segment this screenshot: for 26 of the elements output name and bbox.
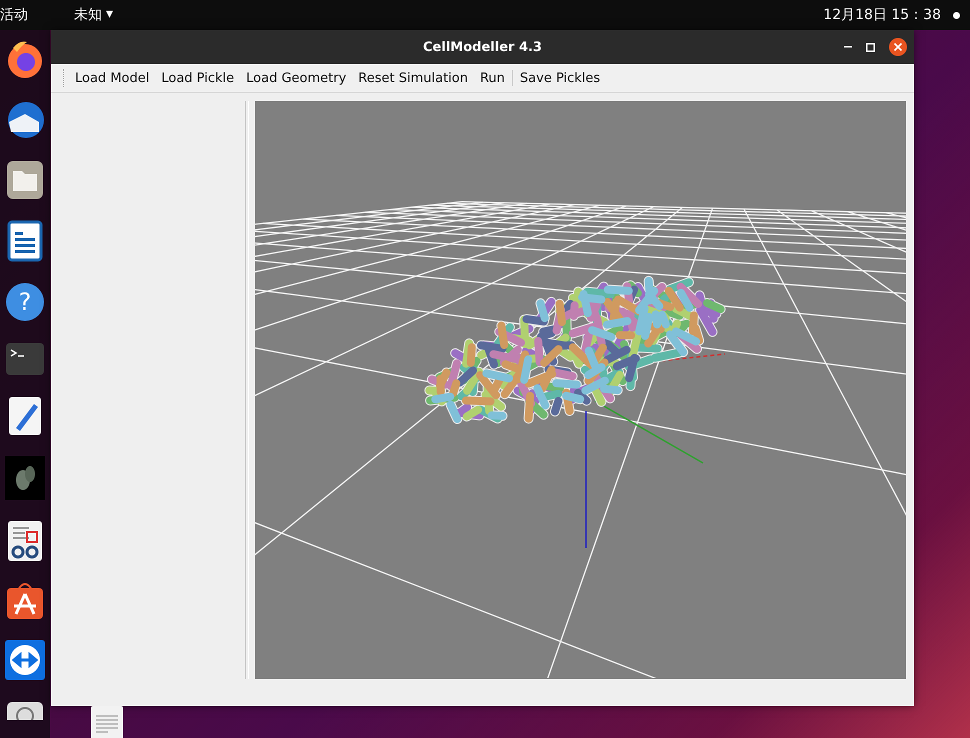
terminal-icon[interactable] — [5, 342, 45, 376]
system-menu-icon[interactable] — [953, 12, 960, 18]
toolbar-button[interactable]: Load Model — [69, 68, 156, 88]
app-menu[interactable]: 未知 — [74, 6, 102, 24]
magnifier-icon[interactable] — [6, 700, 44, 720]
dark-app-icon[interactable] — [5, 456, 45, 500]
toolbar-button[interactable]: Reset Simulation — [352, 68, 474, 88]
toolbar-button[interactable]: Load Pickle — [155, 68, 240, 88]
document-icon[interactable] — [91, 706, 123, 738]
maximize-icon[interactable] — [866, 42, 875, 52]
close-icon[interactable] — [889, 38, 907, 56]
document-glasses-icon[interactable] — [7, 520, 43, 562]
viewport-3d[interactable] — [255, 101, 906, 679]
mail-bird-icon[interactable] — [5, 100, 45, 140]
toolbar-button[interactable]: Save Pickles — [514, 68, 606, 88]
pencil-notepad-icon[interactable] — [8, 396, 42, 436]
clock[interactable]: 12月18日 15：38 — [823, 6, 941, 24]
caret-icon: ▾ — [106, 6, 114, 24]
folder-icon[interactable] — [6, 160, 44, 200]
minimize-icon[interactable] — [844, 46, 852, 48]
toolbar-button[interactable]: Run — [474, 68, 511, 88]
toolbar-button[interactable]: Load Geometry — [240, 68, 352, 88]
activities-button[interactable]: 活动 — [0, 6, 60, 24]
shopping-bag-icon[interactable] — [6, 582, 44, 620]
presentation-document-icon[interactable] — [7, 220, 43, 262]
window-title: CellModeller 4.3 — [423, 40, 542, 54]
